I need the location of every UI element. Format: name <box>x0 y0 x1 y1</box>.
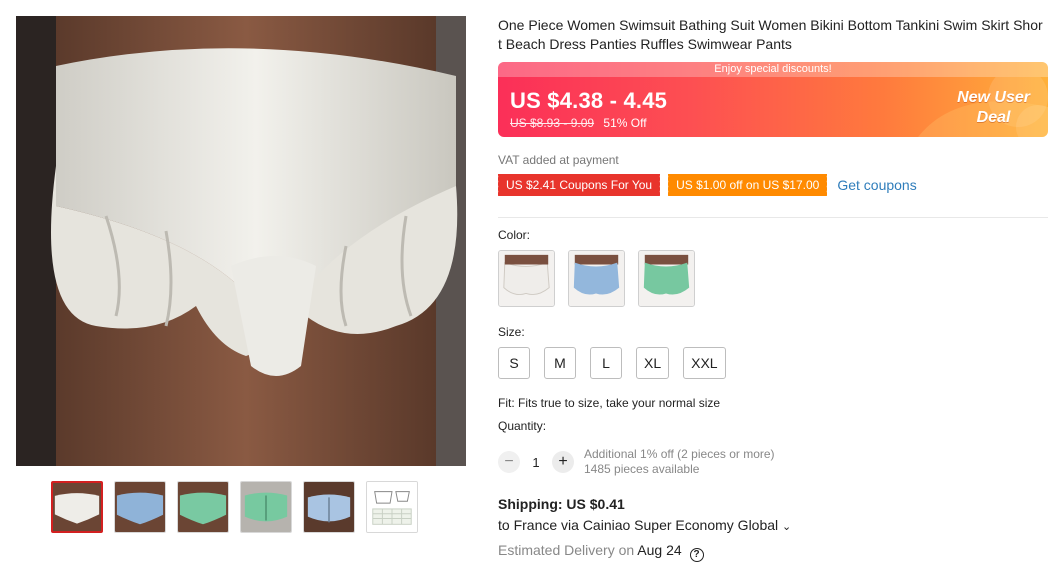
thumbnail-blue[interactable] <box>114 481 166 533</box>
badge-line-1: New User <box>957 89 1030 106</box>
size-option-xxl[interactable]: XXL <box>683 347 726 379</box>
quantity-decrease-button[interactable]: − <box>498 451 520 473</box>
thumbnail-strip <box>51 481 418 533</box>
help-icon[interactable]: ? <box>689 548 704 562</box>
main-product-image[interactable] <box>16 16 466 466</box>
badge-line-2: Deal <box>976 109 1011 126</box>
get-coupons-link[interactable]: Get coupons <box>837 177 916 193</box>
coupon-threshold[interactable]: US $1.00 off on US $17.00 <box>666 174 828 196</box>
new-user-deal-badge: New User Deal <box>957 88 1030 128</box>
fit-note: Fit: Fits true to size, take your normal… <box>498 396 721 410</box>
shipping-destination-text: to France via Cainiao Super Economy Glob… <box>498 517 779 533</box>
discount-percent: 51% Off <box>603 116 647 130</box>
thumbnail-blue-back[interactable] <box>303 481 355 533</box>
size-option-s[interactable]: S <box>498 347 530 379</box>
delivery-date: Aug 24 <box>637 542 682 558</box>
size-option-l[interactable]: L <box>590 347 622 379</box>
price-sub: US $8.93 - 9.09 51% Off <box>510 116 647 130</box>
bulk-discount-note: Additional 1% off (2 pieces or more) <box>584 447 775 461</box>
stock-available: 1485 pieces available <box>584 462 700 476</box>
vat-note: VAT added at payment <box>498 153 619 167</box>
price-banner: Enjoy special discounts! US $4.38 - 4.45… <box>498 62 1048 137</box>
quantity-label: Quantity: <box>498 419 547 433</box>
discount-strip: Enjoy special discounts! <box>498 62 1048 77</box>
color-label: Color: <box>498 228 531 242</box>
chevron-down-icon: ⌄ <box>782 521 792 533</box>
color-options <box>498 250 695 307</box>
shipping-destination[interactable]: to France via Cainiao Super Economy Glob… <box>498 517 791 533</box>
shipping-cost: Shipping: US $0.41 <box>498 496 625 512</box>
color-option-green[interactable] <box>638 250 695 307</box>
size-option-xl[interactable]: XL <box>636 347 670 379</box>
original-price: US $8.93 - 9.09 <box>510 116 595 130</box>
thumbnail-green[interactable] <box>177 481 229 533</box>
color-option-white[interactable] <box>498 250 555 307</box>
coupon-store[interactable]: US $2.41 Coupons For You <box>495 174 661 196</box>
estimated-delivery: Estimated Delivery on Aug 24 ? <box>498 542 704 562</box>
thumbnail-white[interactable] <box>51 481 103 533</box>
product-title: One Piece Women Swimsuit Bathing Suit Wo… <box>498 17 1043 52</box>
coupon-row: US $2.41 Coupons For You US $1.00 off on… <box>495 174 917 196</box>
quantity-increase-button[interactable]: + <box>552 451 574 473</box>
size-label: Size: <box>498 325 525 339</box>
delivery-label: Estimated Delivery on <box>498 542 635 558</box>
size-option-m[interactable]: M <box>544 347 576 379</box>
current-price: US $4.38 - 4.45 <box>510 88 668 113</box>
quantity-value[interactable]: 1 <box>520 455 552 470</box>
size-options: S M L XL XXL <box>498 347 726 379</box>
quantity-stepper: − 1 + Additional 1% off (2 pieces or mor… <box>498 447 775 477</box>
divider <box>498 217 1048 218</box>
color-option-blue[interactable] <box>568 250 625 307</box>
thumbnail-green-back[interactable] <box>240 481 292 533</box>
quantity-info: Additional 1% off (2 pieces or more) 148… <box>584 447 775 477</box>
thumbnail-size-chart[interactable] <box>366 481 418 533</box>
